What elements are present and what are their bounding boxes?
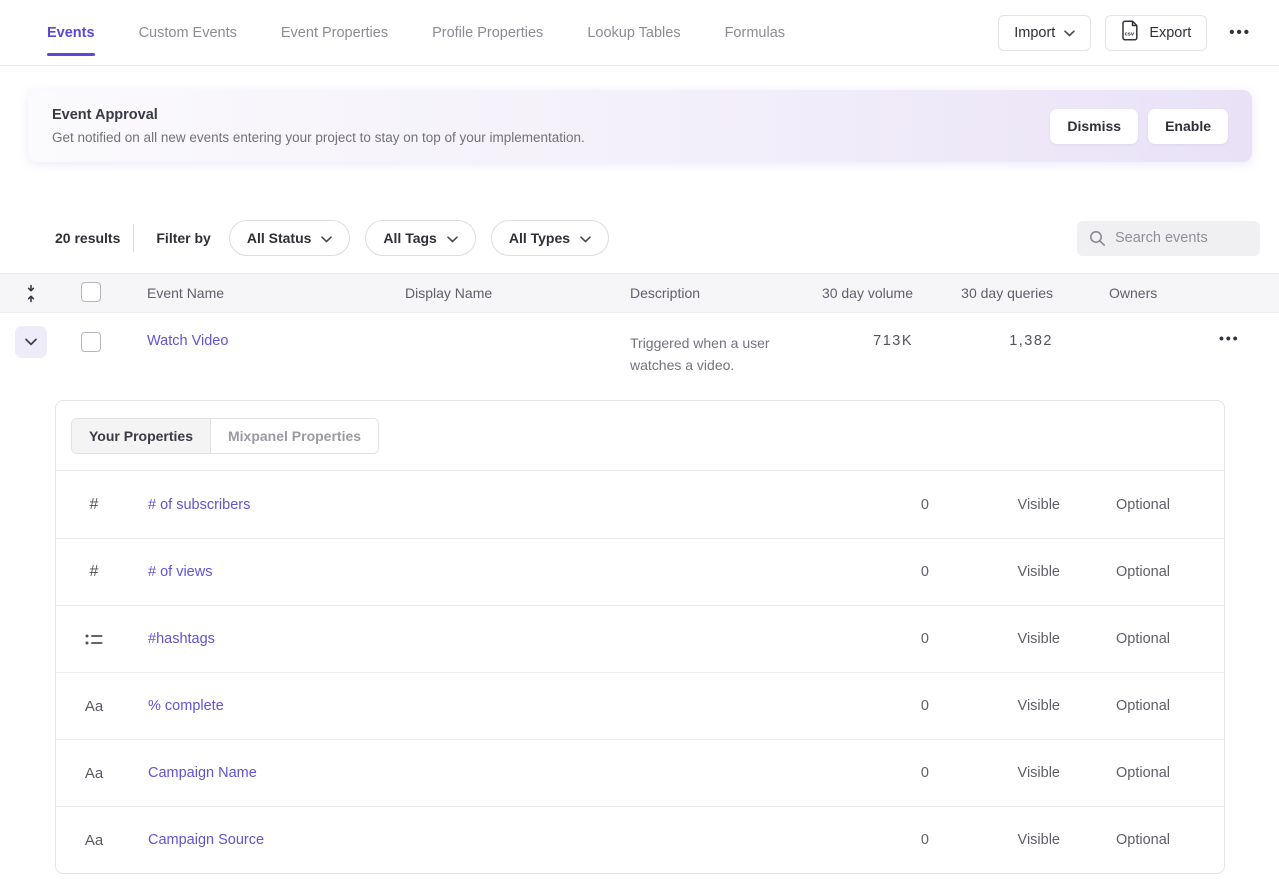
volume-value: 713K	[821, 326, 921, 349]
banner-actions: Dismiss Enable	[1050, 109, 1228, 144]
property-visibility: Visible	[929, 832, 1060, 848]
search-events-input[interactable]	[1115, 230, 1248, 246]
col-header-volume: 30 day volume	[821, 285, 921, 301]
property-name-link[interactable]: Campaign Source	[148, 832, 264, 848]
list-type-icon	[84, 633, 104, 646]
property-row: #hashtags 0 Visible Optional	[56, 605, 1224, 672]
collapse-row-button[interactable]	[15, 326, 47, 358]
property-name-link[interactable]: # of views	[148, 564, 212, 580]
row-checkbox[interactable]	[81, 332, 101, 352]
properties-tabs-bar: Your Properties Mixpanel Properties	[56, 401, 1224, 471]
event-description: Triggered when a user watches a video.	[630, 326, 805, 376]
property-row: Aa % complete 0 Visible Optional	[56, 672, 1224, 739]
svg-text:csv: csv	[1125, 32, 1135, 38]
search-icon	[1089, 230, 1106, 247]
filter-dropdown[interactable]: All Status	[229, 220, 351, 256]
property-visibility: Visible	[929, 765, 1060, 781]
property-volume: 0	[889, 698, 929, 714]
property-visibility: Visible	[929, 564, 1060, 580]
property-name-link[interactable]: % complete	[148, 698, 224, 714]
property-volume: 0	[889, 564, 929, 580]
divider	[133, 224, 134, 252]
property-meta: 0 Visible Optional	[889, 631, 1170, 647]
chevron-down-icon	[580, 230, 591, 246]
properties-tab[interactable]: Your Properties	[72, 419, 210, 453]
export-button[interactable]: csv Export	[1105, 15, 1207, 51]
property-requirement: Optional	[1060, 832, 1170, 848]
properties-tab-switch: Your Properties Mixpanel Properties	[71, 418, 379, 454]
event-row-watch-video: Watch Video Triggered when a user watche…	[0, 313, 1279, 398]
property-row: # # of views 0 Visible Optional	[56, 538, 1224, 605]
collapse-all-icon[interactable]	[0, 284, 62, 303]
csv-file-icon: csv	[1121, 20, 1140, 45]
nav-tab[interactable]: Custom Events	[139, 19, 237, 47]
property-requirement: Optional	[1060, 765, 1170, 781]
property-meta: 0 Visible Optional	[889, 564, 1170, 580]
col-header-queries: 30 day queries	[921, 285, 1061, 301]
nav-tab[interactable]: Profile Properties	[432, 19, 543, 47]
property-visibility: Visible	[929, 497, 1060, 513]
property-volume: 0	[889, 832, 929, 848]
property-volume: 0	[889, 765, 929, 781]
property-requirement: Optional	[1060, 631, 1170, 647]
nav-tab[interactable]: Formulas	[725, 19, 785, 47]
filter-dropdown[interactable]: All Types	[491, 220, 609, 256]
row-more-options-icon[interactable]: •••	[1219, 330, 1240, 346]
filter-dropdown[interactable]: All Tags	[365, 220, 475, 256]
event-approval-banner: Event Approval Get notified on all new e…	[28, 90, 1252, 162]
properties-tab[interactable]: Mixpanel Properties	[210, 419, 378, 453]
col-header-description: Description	[611, 285, 821, 301]
property-meta: 0 Visible Optional	[889, 832, 1170, 848]
col-header-event-name: Event Name	[128, 285, 386, 301]
property-volume: 0	[889, 631, 929, 647]
chevron-down-icon	[1064, 25, 1075, 41]
top-navbar: Events Custom Events Event Properties Pr…	[0, 0, 1279, 66]
filter-by-label: Filter by	[156, 230, 210, 246]
dismiss-button[interactable]: Dismiss	[1050, 109, 1138, 144]
text-type-icon: Aa	[84, 765, 104, 782]
property-row: Aa Campaign Name 0 Visible Optional	[56, 739, 1224, 806]
chevron-down-icon	[321, 230, 332, 246]
property-name-link[interactable]: #hashtags	[148, 631, 215, 647]
import-button[interactable]: Import	[998, 15, 1091, 51]
number-type-icon: #	[84, 563, 104, 581]
banner-title: Event Approval	[52, 107, 585, 123]
banner-subtitle: Get notified on all new events entering …	[52, 130, 585, 145]
property-row: # # of subscribers 0 Visible Optional	[56, 471, 1224, 538]
property-requirement: Optional	[1060, 698, 1170, 714]
property-visibility: Visible	[929, 631, 1060, 647]
property-meta: 0 Visible Optional	[889, 497, 1170, 513]
search-events-box[interactable]	[1077, 221, 1260, 256]
nav-tab[interactable]: Event Properties	[281, 19, 388, 47]
property-requirement: Optional	[1060, 497, 1170, 513]
chevron-down-icon	[447, 230, 458, 246]
results-count: 20 results	[55, 230, 120, 246]
property-name-link[interactable]: Campaign Name	[148, 765, 257, 781]
event-properties-panel: Your Properties Mixpanel Properties # # …	[55, 400, 1225, 874]
more-options-icon[interactable]: •••	[1221, 24, 1259, 41]
property-name-link[interactable]: # of subscribers	[148, 497, 250, 513]
event-name-link[interactable]: Watch Video	[147, 326, 228, 349]
property-volume: 0	[889, 497, 929, 513]
select-all-checkbox[interactable]	[81, 282, 101, 302]
filter-bar: 20 results Filter by All Status All Tags…	[0, 220, 1279, 256]
banner-text: Event Approval Get notified on all new e…	[52, 107, 585, 145]
nav-tab[interactable]: Lookup Tables	[587, 19, 680, 47]
number-type-icon: #	[84, 496, 104, 514]
enable-button[interactable]: Enable	[1148, 109, 1228, 144]
property-meta: 0 Visible Optional	[889, 765, 1170, 781]
col-header-display-name: Display Name	[386, 285, 611, 301]
text-type-icon: Aa	[84, 698, 104, 715]
queries-value: 1,382	[921, 326, 1061, 349]
nav-tab[interactable]: Events	[47, 19, 95, 47]
events-table-header: Event Name Display Name Description 30 d…	[0, 273, 1279, 313]
nav-tabs: Events Custom Events Event Properties Pr…	[47, 19, 785, 47]
property-meta: 0 Visible Optional	[889, 698, 1170, 714]
property-row: Aa Campaign Source 0 Visible Optional	[56, 806, 1224, 873]
property-requirement: Optional	[1060, 564, 1170, 580]
col-header-owners: Owners	[1061, 285, 1211, 301]
text-type-icon: Aa	[84, 832, 104, 849]
property-visibility: Visible	[929, 698, 1060, 714]
nav-actions: Import csv Export •••	[998, 15, 1259, 51]
